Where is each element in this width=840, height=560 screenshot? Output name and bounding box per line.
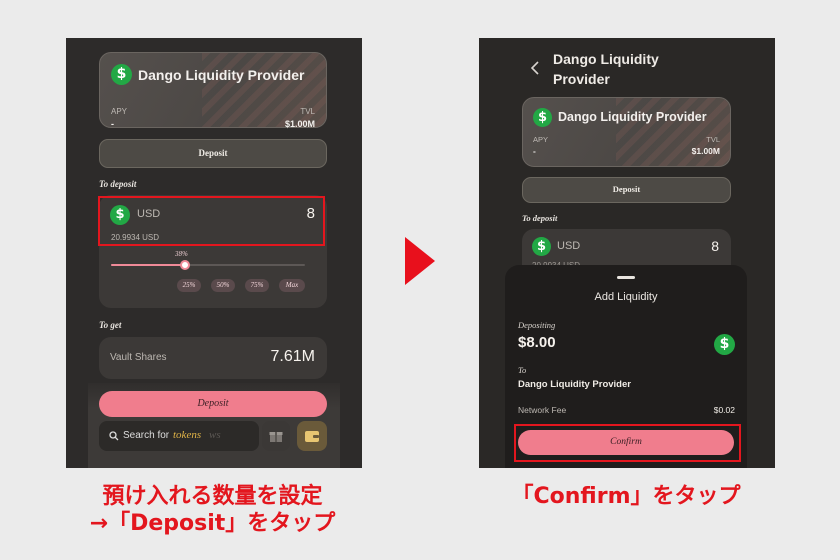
slider-fill bbox=[111, 264, 185, 266]
deposit-tab-button[interactable]: Deposit bbox=[522, 177, 731, 203]
network-fee-value: $0.02 bbox=[713, 405, 735, 415]
search-icon bbox=[109, 431, 119, 441]
dollar-coin-icon: $ bbox=[533, 108, 552, 127]
depositing-label: Depositing bbox=[518, 320, 556, 330]
left-caption-line-1: 預け入れる数量を設定 bbox=[102, 484, 323, 509]
gift-icon bbox=[269, 432, 283, 442]
sheet-drag-handle[interactable] bbox=[617, 276, 635, 279]
apy-value: - bbox=[111, 119, 114, 129]
left-caption: 預け入れる数量を設定 →「Deposit」をタップ bbox=[60, 483, 365, 537]
search-prefix: Search for bbox=[123, 430, 170, 441]
sheet-title: Add Liquidity bbox=[594, 291, 658, 303]
search-highlight-word: tokens bbox=[173, 429, 202, 441]
apy-label: APY bbox=[533, 135, 549, 144]
slider-thumb[interactable] bbox=[179, 260, 190, 270]
apy-label: APY bbox=[111, 107, 128, 116]
tvl-value: $1.00M bbox=[284, 119, 315, 129]
highlight-amount-input bbox=[98, 196, 325, 246]
to-get-label: To get bbox=[99, 320, 122, 330]
deposit-button[interactable]: Deposit bbox=[99, 391, 327, 417]
slider-track[interactable] bbox=[111, 260, 305, 270]
vault-shares-panel: Vault Shares 7.61M bbox=[99, 337, 327, 379]
tvl-label: TVL bbox=[706, 135, 720, 144]
network-fee-label: Network Fee bbox=[518, 405, 567, 415]
vault-shares-label: Vault Shares bbox=[110, 352, 167, 363]
token-symbol[interactable]: USD bbox=[557, 240, 580, 252]
left-caption-line-2: →「Deposit」をタップ bbox=[89, 511, 336, 536]
chip-max[interactable]: Max bbox=[279, 279, 305, 292]
to-deposit-label: To deposit bbox=[99, 179, 137, 189]
right-phone-screen: Dango Liquidity Provider $ Dango Liquidi… bbox=[479, 38, 775, 468]
vault-shares-value: 7.61M bbox=[270, 348, 315, 365]
chip-75[interactable]: 75% bbox=[245, 279, 269, 292]
vault-title: Dango Liquidity Provider bbox=[138, 67, 305, 83]
tvl-label: TVL bbox=[300, 107, 315, 116]
chip-50[interactable]: 50% bbox=[211, 279, 235, 292]
gift-button[interactable] bbox=[262, 421, 290, 451]
usd-coin-icon: $ bbox=[532, 237, 551, 256]
deposit-tab-button[interactable]: Deposit bbox=[99, 139, 327, 168]
usd-coin-icon: $ bbox=[714, 334, 735, 355]
tvl-value: $1.00M bbox=[691, 146, 720, 156]
left-phone-screen: $ Dango Liquidity Provider APY - TVL $1.… bbox=[66, 38, 362, 468]
chip-25[interactable]: 25% bbox=[177, 279, 201, 292]
arrow-right-icon bbox=[405, 237, 435, 285]
wallet-icon bbox=[305, 431, 319, 442]
highlight-confirm-button bbox=[514, 424, 741, 462]
back-chevron-icon[interactable] bbox=[531, 61, 539, 75]
to-vault-name: Dango Liquidity Provider bbox=[518, 379, 631, 390]
apy-value: - bbox=[533, 146, 536, 156]
amount-input[interactable]: 8 bbox=[711, 238, 719, 254]
to-label: To bbox=[518, 365, 527, 375]
right-caption: 「Confirm」をタップ bbox=[511, 484, 741, 509]
wallet-button[interactable] bbox=[297, 421, 327, 451]
dollar-coin-icon: $ bbox=[111, 64, 132, 85]
slider-percent-label: 38% bbox=[175, 250, 188, 258]
page-title: Dango Liquidity Provider bbox=[553, 51, 659, 87]
deposit-amount: $8.00 bbox=[518, 334, 556, 351]
vault-title: Dango Liquidity Provider bbox=[558, 110, 707, 124]
search-bar[interactable]: Search for tokens ws bbox=[99, 421, 259, 451]
search-faded-word: ws bbox=[209, 429, 221, 441]
vault-card[interactable]: $ Dango Liquidity Provider APY - TVL $1.… bbox=[522, 97, 731, 167]
to-deposit-label: To deposit bbox=[522, 213, 558, 223]
vault-card[interactable]: $ Dango Liquidity Provider APY - TVL $1.… bbox=[99, 52, 327, 129]
